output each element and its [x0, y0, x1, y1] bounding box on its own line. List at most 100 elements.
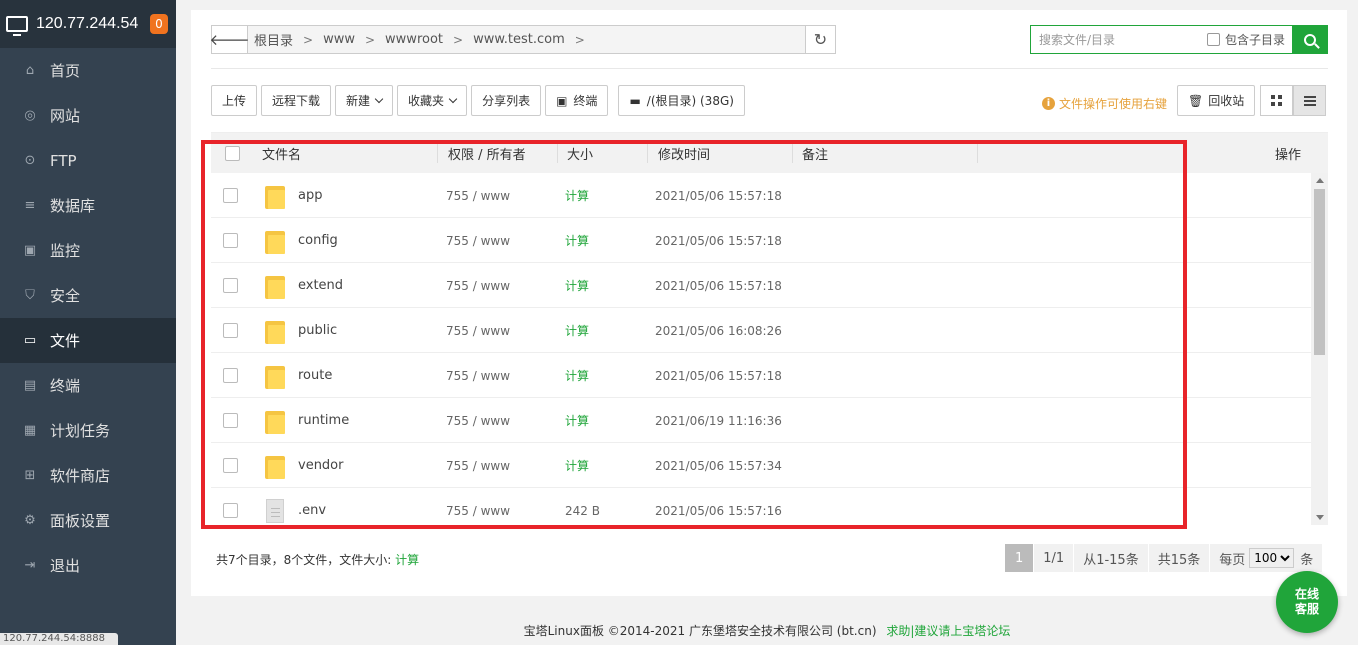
include-subdir-checkbox[interactable] — [1207, 33, 1220, 46]
column-header-note[interactable]: 备注 — [802, 133, 828, 173]
ftp-icon: ⊙ — [24, 153, 36, 168]
file-size[interactable]: 计算 — [565, 308, 589, 353]
forum-link[interactable]: 求助|建议请上宝塔论坛 — [886, 624, 1010, 638]
favorites-dropdown[interactable]: 收藏夹 — [397, 85, 468, 116]
row-checkbox[interactable] — [223, 263, 238, 308]
table-row[interactable]: vendor 755 / www 计算 2021/05/06 15:57:34 — [211, 443, 1311, 488]
page-current[interactable]: 1 — [1005, 544, 1034, 572]
sidebar-item-home[interactable]: ⌂ 首页 — [0, 48, 176, 93]
share-list-button[interactable]: 分享列表 — [471, 85, 542, 116]
file-size[interactable]: 计算 — [565, 398, 589, 443]
upload-button[interactable]: 上传 — [211, 85, 258, 116]
disk-button[interactable]: ▬/(根目录) (38G) — [618, 85, 745, 116]
search-button[interactable] — [1292, 25, 1328, 54]
row-checkbox[interactable] — [223, 398, 238, 443]
scroll-down-icon[interactable] — [1316, 515, 1324, 520]
file-name[interactable]: config — [298, 218, 338, 263]
online-support-button[interactable]: 在线 客服 — [1276, 571, 1338, 633]
sidebar-item-security[interactable]: ⛉ 安全 — [0, 273, 176, 318]
row-checkbox[interactable] — [223, 488, 238, 525]
file-perm[interactable]: 755 / www — [446, 443, 510, 488]
table-row[interactable]: route 755 / www 计算 2021/05/06 15:57:18 — [211, 353, 1311, 398]
remote-download-button[interactable]: 远程下载 — [261, 85, 332, 116]
file-perm[interactable]: 755 / www — [446, 173, 510, 218]
file-name[interactable]: app — [298, 173, 322, 218]
grid-icon — [1271, 95, 1282, 106]
refresh-button[interactable]: ↻ — [805, 26, 835, 53]
include-subdir-toggle[interactable]: 包含子目录 — [1207, 31, 1285, 48]
table-row[interactable]: runtime 755 / www 计算 2021/06/19 11:16:36 — [211, 398, 1311, 443]
row-checkbox[interactable] — [223, 218, 238, 263]
column-header-size[interactable]: 大小 — [567, 133, 593, 173]
file-name[interactable]: route — [298, 353, 332, 398]
file-size[interactable]: 计算 — [565, 443, 589, 488]
terminal-button[interactable]: ▣ 终端 — [545, 85, 609, 116]
sidebar-item-settings[interactable]: ⚙ 面板设置 — [0, 498, 176, 543]
file-perm[interactable]: 755 / www — [446, 398, 510, 443]
file-size[interactable]: 计算 — [565, 263, 589, 308]
sidebar-item-terminal[interactable]: ▤ 终端 — [0, 363, 176, 408]
table-row[interactable]: app 755 / www 计算 2021/05/06 15:57:18 — [211, 173, 1311, 218]
sidebar-item-label: 终端 — [50, 377, 81, 395]
file-name[interactable]: .env — [298, 488, 326, 525]
breadcrumb[interactable]: 根目录 > www > wwwroot > www.test.com > — [248, 26, 805, 53]
file-name[interactable]: vendor — [298, 443, 343, 488]
select-all-checkbox[interactable] — [225, 133, 240, 173]
sidebar-item-database[interactable]: ≡ 数据库 — [0, 183, 176, 228]
new-dropdown[interactable]: 新建 — [335, 85, 394, 116]
table-row[interactable]: extend 755 / www 计算 2021/05/06 15:57:18 — [211, 263, 1311, 308]
row-checkbox[interactable] — [223, 443, 238, 488]
scrollbar-thumb[interactable] — [1314, 189, 1325, 355]
file-perm[interactable]: 755 / www — [446, 218, 510, 263]
file-toolbar: 上传 远程下载 新建 收藏夹 分享列表 ▣ 终端 ▬/(根目录) (38G) — [211, 85, 749, 116]
folder-icon — [265, 263, 285, 308]
table-scrollbar[interactable] — [1311, 173, 1328, 525]
back-button[interactable]: 🡐 — [209, 26, 250, 53]
row-checkbox[interactable] — [223, 173, 238, 218]
path-bar: 🡐 根目录 > www > wwwroot > www.test.com > ↻ — [209, 25, 836, 54]
per-page-select[interactable]: 100 — [1249, 548, 1295, 568]
breadcrumb-item[interactable]: www > — [323, 32, 385, 47]
sidebar-item-ftp[interactable]: ⊙ FTP — [0, 138, 176, 183]
table-row[interactable]: public 755 / www 计算 2021/05/06 16:08:26 — [211, 308, 1311, 353]
row-checkbox[interactable] — [223, 308, 238, 353]
scroll-up-icon[interactable] — [1316, 178, 1324, 183]
table-row[interactable]: .env 755 / www 242 B 2021/05/06 15:57:16 — [211, 488, 1311, 525]
file-name[interactable]: runtime — [298, 398, 349, 443]
page-range: 从1-15条 — [1074, 544, 1148, 572]
file-perm[interactable]: 755 / www — [446, 263, 510, 308]
breadcrumb-item[interactable]: wwwroot > — [385, 32, 473, 47]
sidebar-item-logout[interactable]: ⇥ 退出 — [0, 543, 176, 588]
file-size[interactable]: 计算 — [565, 218, 589, 263]
globe-icon: ◎ — [24, 108, 36, 123]
file-name[interactable]: extend — [298, 263, 343, 308]
disk-icon: ▬ — [629, 93, 641, 108]
column-header-perm[interactable]: 权限 / 所有者 — [448, 133, 526, 173]
file-perm[interactable]: 755 / www — [446, 353, 510, 398]
sidebar-item-website[interactable]: ◎ 网站 — [0, 93, 176, 138]
recycle-bin-button[interactable]: 🗑 回收站 — [1177, 85, 1256, 116]
folder-icon — [265, 353, 285, 398]
search-input[interactable] — [1031, 26, 1201, 53]
sidebar-item-files[interactable]: ▭ 文件 — [0, 318, 176, 363]
sidebar-item-cron[interactable]: ▦ 计划任务 — [0, 408, 176, 453]
row-checkbox[interactable] — [223, 353, 238, 398]
file-name[interactable]: public — [298, 308, 337, 353]
sidebar-item-monitor[interactable]: ▣ 监控 — [0, 228, 176, 273]
file-size[interactable]: 计算 — [565, 173, 589, 218]
file-size[interactable]: 计算 — [565, 353, 589, 398]
sidebar-item-store[interactable]: ⊞ 软件商店 — [0, 453, 176, 498]
file-table: 文件名 权限 / 所有者 大小 修改时间 备注 操作 app 755 / www… — [211, 132, 1328, 525]
breadcrumb-item[interactable]: 根目录 > — [254, 30, 323, 50]
list-view-button[interactable] — [1293, 85, 1326, 116]
file-perm[interactable]: 755 / www — [446, 488, 510, 525]
chevron-down-icon — [374, 94, 384, 103]
table-row[interactable]: config 755 / www 计算 2021/05/06 15:57:18 — [211, 218, 1311, 263]
column-header-mtime[interactable]: 修改时间 — [658, 133, 710, 173]
column-header-name[interactable]: 文件名 — [262, 133, 301, 173]
file-perm[interactable]: 755 / www — [446, 308, 510, 353]
grid-view-button[interactable] — [1260, 85, 1293, 116]
calculate-size-link[interactable]: 计算 — [395, 553, 419, 567]
notification-badge[interactable]: 0 — [150, 14, 168, 34]
breadcrumb-item[interactable]: www.test.com > — [473, 32, 595, 47]
